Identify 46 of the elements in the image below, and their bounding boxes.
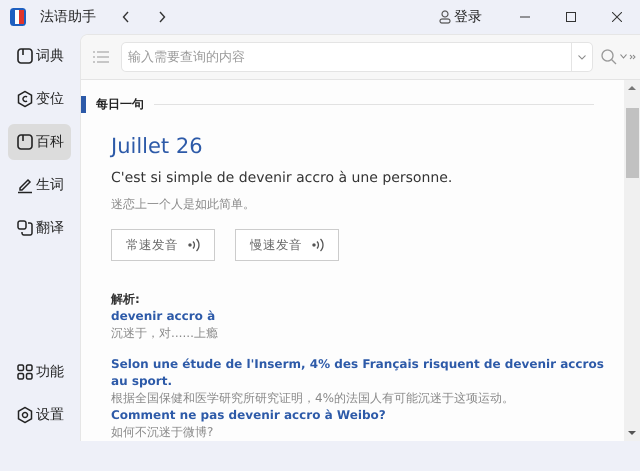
scroll-down-icon[interactable]	[628, 431, 636, 435]
sound-icon	[188, 238, 200, 252]
sidebar-item[interactable]: 百科	[8, 124, 71, 160]
forward-icon[interactable]	[158, 11, 166, 23]
example-french: Comment ne pas devenir accro à Weibo?	[111, 407, 387, 424]
settings-icon	[16, 406, 34, 424]
app-title: 法语助手	[40, 8, 96, 26]
section-marker	[81, 96, 86, 112]
user-icon	[439, 10, 451, 24]
book-icon	[16, 47, 34, 65]
example-translation: 如何不沉迷于微博?	[111, 424, 214, 441]
scroll-thumb[interactable]	[626, 108, 638, 178]
scroll-up-icon[interactable]	[628, 86, 636, 90]
back-icon[interactable]	[122, 11, 130, 23]
search-field[interactable]: 输入需要查询的内容	[121, 42, 571, 72]
maximize-icon[interactable]	[566, 12, 576, 22]
book-icon	[16, 133, 34, 151]
french-sentence: C'est si simple de devenir accro à une personne.	[111, 170, 454, 186]
sentence-translation: 迷恋上一个人是如此简单。	[111, 196, 256, 213]
example-translation: 沉迷于，对......上瘾	[111, 325, 219, 342]
example-french: devenir accro à	[111, 308, 216, 325]
more-options-icon[interactable]	[620, 54, 636, 60]
analysis-label: 解析:	[111, 291, 141, 308]
sidebar-item[interactable]: 翻译	[8, 210, 71, 246]
grid-icon	[16, 363, 34, 381]
app-logo-icon	[10, 8, 26, 26]
login-button[interactable]: 登录	[439, 8, 482, 26]
translate-icon	[16, 219, 34, 237]
search-icon[interactable]	[601, 49, 617, 65]
date-heading: Juillet 26	[111, 134, 204, 158]
sidebar-item[interactable]: 设置	[8, 397, 71, 433]
chevron-down-icon	[578, 54, 586, 60]
pronounce-button[interactable]: 常速发音	[111, 229, 215, 261]
example-translation: 根据全国保健和医学研究所研究证明，4%的法国人有可能沉迷于这项运动。	[111, 390, 516, 407]
section-title: 每日一句	[96, 96, 144, 112]
example-french: Selon une étude de l'Inserm, 4% des Français risquent de devenir accros au sport.	[111, 356, 605, 390]
sidebar-item[interactable]: 生词	[8, 167, 71, 203]
close-icon[interactable]	[612, 12, 622, 22]
scrollbar[interactable]	[624, 80, 640, 441]
pen-icon	[16, 176, 34, 194]
sidebar-item[interactable]: 变位	[8, 81, 71, 117]
pronounce-button[interactable]: 慢速发音	[235, 229, 339, 261]
sidebar-item[interactable]: 词典	[8, 38, 71, 74]
hexagon-c-icon	[16, 90, 34, 108]
sound-icon	[312, 238, 324, 252]
sidebar-item[interactable]: 功能	[8, 354, 71, 390]
